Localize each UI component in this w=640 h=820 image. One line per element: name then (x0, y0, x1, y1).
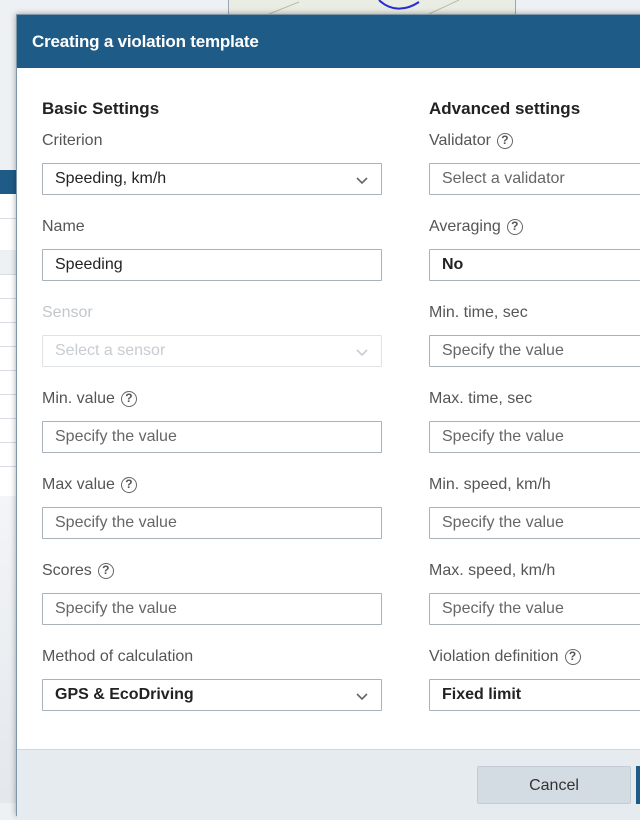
cancel-button[interactable]: Cancel (477, 766, 631, 804)
name-label: Name (42, 218, 85, 235)
max-speed-label: Max. speed, km/h (429, 562, 556, 579)
chevron-down-icon (356, 693, 368, 701)
max-speed-input[interactable]: Specify the value (429, 593, 640, 625)
sensor-select[interactable]: Select a sensor (42, 335, 382, 367)
method-select[interactable]: GPS & EcoDriving (42, 679, 382, 711)
dialog-header: Creating a violation template (17, 15, 640, 68)
background-map (228, 0, 516, 14)
method-label: Method of calculation (42, 648, 194, 665)
name-input[interactable]: Speeding (42, 249, 382, 281)
max-value-input[interactable]: Specify the value (42, 507, 382, 539)
averaging-label: Averaging? (429, 218, 523, 236)
advanced-settings-title: Advanced settings (429, 99, 581, 118)
sensor-placeholder: Select a sensor (55, 342, 166, 359)
min-speed-input[interactable]: Specify the value (429, 507, 640, 539)
chevron-down-icon (356, 349, 368, 357)
scores-label: Scores? (42, 562, 114, 580)
chevron-down-icon (356, 177, 368, 185)
violation-template-dialog: Creating a violation template Basic Sett… (16, 14, 640, 820)
min-speed-label: Min. speed, km/h (429, 476, 551, 493)
dialog-title: Creating a violation template (32, 32, 259, 51)
min-value-input[interactable]: Specify the value (42, 421, 382, 453)
validator-select[interactable]: Select a validator (429, 163, 640, 195)
help-icon[interactable]: ? (564, 649, 581, 665)
help-icon[interactable]: ? (120, 391, 137, 407)
averaging-select[interactable]: No (429, 249, 640, 281)
min-time-label: Min. time, sec (429, 304, 528, 321)
scores-input[interactable]: Specify the value (42, 593, 382, 625)
help-icon[interactable]: ? (496, 133, 513, 149)
criterion-label: Criterion (42, 132, 103, 149)
help-icon[interactable]: ? (97, 563, 114, 579)
criterion-value: Speeding, km/h (55, 170, 167, 187)
max-time-input[interactable]: Specify the value (429, 421, 640, 453)
help-icon[interactable]: ? (506, 219, 523, 235)
min-value-label: Min. value? (42, 390, 137, 408)
max-value-label: Max value? (42, 476, 137, 494)
violation-definition-label: Violation definition? (429, 648, 581, 666)
dialog-footer: Cancel (17, 749, 640, 820)
violation-definition-select[interactable]: Fixed limit (429, 679, 640, 711)
save-button[interactable] (636, 766, 640, 804)
criterion-select[interactable]: Speeding, km/h (42, 163, 382, 195)
max-time-label: Max. time, sec (429, 390, 533, 407)
min-time-input[interactable]: Specify the value (429, 335, 640, 367)
basic-settings-title: Basic Settings (42, 99, 160, 118)
validator-label: Validator? (429, 132, 513, 150)
help-icon[interactable]: ? (120, 477, 137, 493)
method-value: GPS & EcoDriving (55, 686, 194, 703)
sensor-label: Sensor (42, 304, 93, 321)
